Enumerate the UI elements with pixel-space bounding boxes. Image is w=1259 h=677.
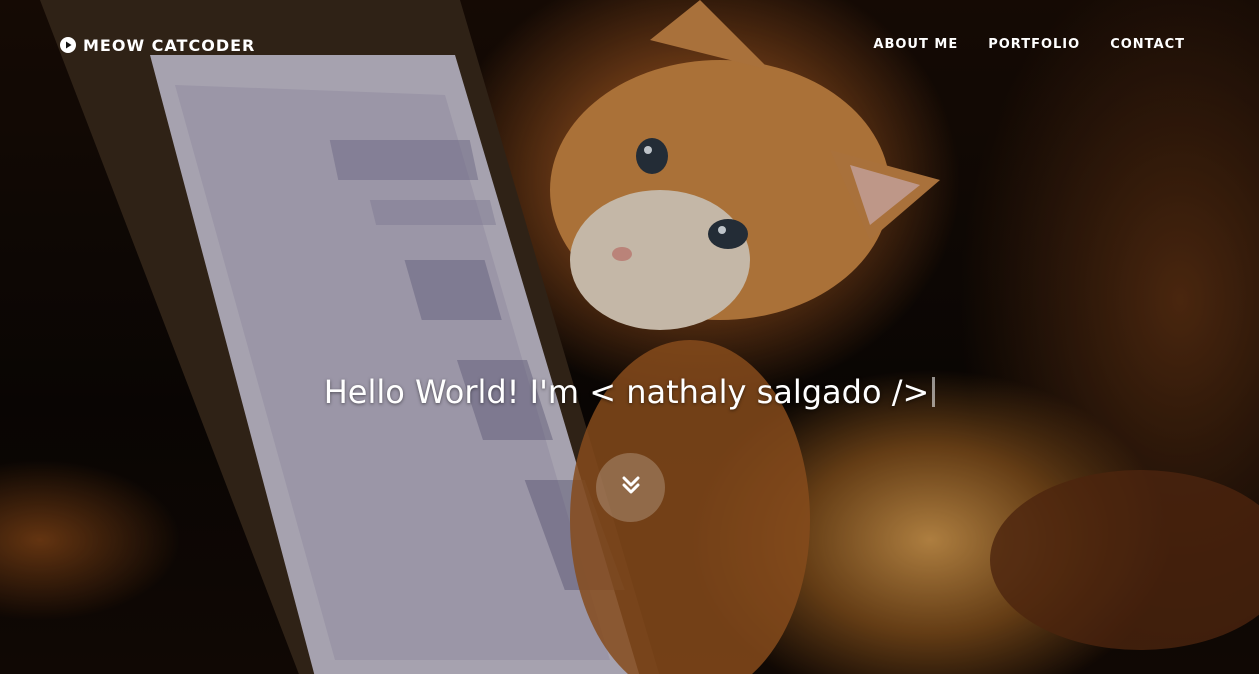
scroll-down-button[interactable]: [596, 453, 665, 522]
hero-headline-text: Hello World! I'm < nathaly salgado />: [323, 373, 930, 411]
nav-menu: ABOUT ME PORTFOLIO CONTACT: [873, 36, 1185, 54]
hero-headline: Hello World! I'm < nathaly salgado />: [0, 370, 1259, 414]
hero-section: MEOW CATCODER ABOUT ME PORTFOLIO CONTACT…: [0, 0, 1259, 677]
play-circle-icon: [60, 37, 76, 53]
nav-item-about-me[interactable]: ABOUT ME: [873, 36, 958, 54]
brand-label: MEOW CATCODER: [83, 35, 256, 55]
nav-item-contact[interactable]: CONTACT: [1110, 36, 1185, 54]
nav-item-portfolio[interactable]: PORTFOLIO: [988, 36, 1080, 54]
brand-link[interactable]: MEOW CATCODER: [60, 34, 255, 56]
top-navbar: MEOW CATCODER ABOUT ME PORTFOLIO CONTACT: [0, 0, 1259, 88]
hero-overlay: [0, 0, 1259, 677]
double-chevron-down-icon: [619, 473, 643, 502]
typing-cursor: [932, 377, 936, 407]
